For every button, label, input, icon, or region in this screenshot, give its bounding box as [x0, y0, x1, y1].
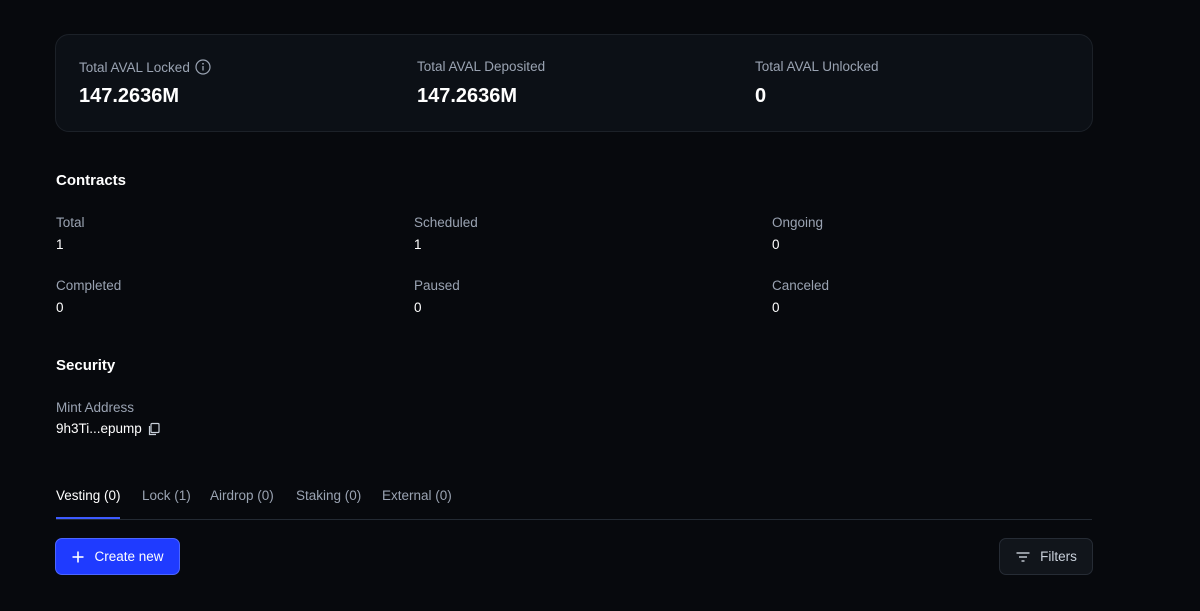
tab-bar: Vesting (0) Lock (1) Airdrop (0) Staking…	[56, 488, 1092, 520]
filters-label: Filters	[1040, 549, 1077, 564]
mint-address-label: Mint Address	[56, 400, 135, 415]
contracts-paused-label: Paused	[414, 278, 460, 293]
stat-label: Total AVAL Deposited	[417, 59, 546, 74]
contracts-scheduled-value: 1	[414, 237, 422, 252]
create-new-button[interactable]: Create new	[55, 538, 180, 575]
stat-label-text: Total AVAL Locked	[79, 59, 190, 75]
contracts-title: Contracts	[56, 172, 127, 189]
contracts-completed-value: 0	[56, 300, 64, 315]
stat-label: Total AVAL Locked	[79, 59, 211, 75]
contracts-ongoing-value: 0	[772, 237, 780, 252]
contracts-canceled-value: 0	[772, 300, 780, 315]
copy-icon[interactable]	[147, 422, 161, 436]
create-new-label: Create new	[94, 549, 164, 564]
contracts-ongoing-label: Ongoing	[772, 215, 824, 230]
plus-icon	[71, 550, 85, 564]
tab-vesting[interactable]: Vesting (0)	[56, 488, 121, 519]
contracts-completed-label: Completed	[56, 278, 122, 293]
contracts-scheduled-label: Scheduled	[414, 215, 478, 230]
contracts-total-value: 1	[56, 237, 64, 252]
mint-address-row: 9h3Ti...epump	[56, 421, 161, 436]
stat-value: 0	[755, 85, 767, 107]
stat-value: 147.2636M	[79, 85, 180, 107]
contracts-canceled-label: Canceled	[772, 278, 830, 293]
mint-address-value: 9h3Ti...epump	[56, 421, 142, 436]
filter-icon	[1015, 549, 1031, 565]
contracts-paused-value: 0	[414, 300, 422, 315]
filters-button[interactable]: Filters	[999, 538, 1093, 575]
tab-staking[interactable]: Staking (0)	[296, 488, 361, 519]
info-icon[interactable]	[195, 59, 211, 75]
stats-card: Total AVAL Locked 147.2636M Total AVAL D…	[55, 34, 1093, 132]
contracts-total-label: Total	[56, 215, 85, 230]
stat-value: 147.2636M	[417, 85, 518, 107]
security-title: Security	[56, 357, 116, 374]
tab-lock[interactable]: Lock (1)	[142, 488, 191, 519]
tab-external[interactable]: External (0)	[382, 488, 452, 519]
vesting-dashboard-page: Total AVAL Locked 147.2636M Total AVAL D…	[0, 0, 1200, 611]
tab-airdrop[interactable]: Airdrop (0)	[210, 488, 274, 519]
stat-label: Total AVAL Unlocked	[755, 59, 879, 74]
